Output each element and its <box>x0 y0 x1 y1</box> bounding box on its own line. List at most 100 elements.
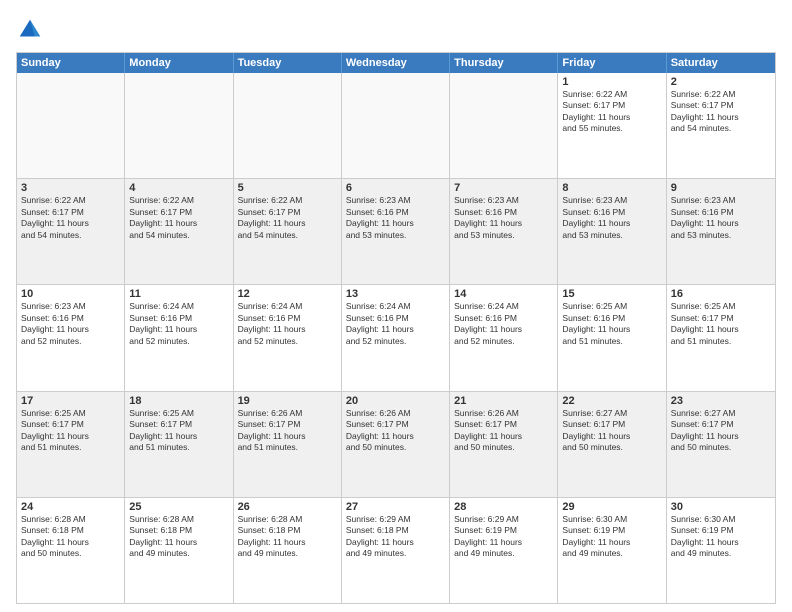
cell-info: Sunrise: 6:22 AM Sunset: 6:17 PM Dayligh… <box>129 195 228 241</box>
calendar-cell: 20Sunrise: 6:26 AM Sunset: 6:17 PM Dayli… <box>342 392 450 497</box>
cell-info: Sunrise: 6:27 AM Sunset: 6:17 PM Dayligh… <box>562 408 661 454</box>
cell-info: Sunrise: 6:30 AM Sunset: 6:19 PM Dayligh… <box>562 514 661 560</box>
calendar-cell: 15Sunrise: 6:25 AM Sunset: 6:16 PM Dayli… <box>558 285 666 390</box>
calendar-cell: 29Sunrise: 6:30 AM Sunset: 6:19 PM Dayli… <box>558 498 666 603</box>
calendar-cell: 6Sunrise: 6:23 AM Sunset: 6:16 PM Daylig… <box>342 179 450 284</box>
cell-info: Sunrise: 6:26 AM Sunset: 6:17 PM Dayligh… <box>454 408 553 454</box>
cell-info: Sunrise: 6:24 AM Sunset: 6:16 PM Dayligh… <box>454 301 553 347</box>
day-number: 25 <box>129 501 228 513</box>
calendar-cell: 11Sunrise: 6:24 AM Sunset: 6:16 PM Dayli… <box>125 285 233 390</box>
calendar-cell: 24Sunrise: 6:28 AM Sunset: 6:18 PM Dayli… <box>17 498 125 603</box>
calendar-cell: 12Sunrise: 6:24 AM Sunset: 6:16 PM Dayli… <box>234 285 342 390</box>
day-number: 20 <box>346 395 445 407</box>
header <box>16 16 776 44</box>
calendar-row-2: 10Sunrise: 6:23 AM Sunset: 6:16 PM Dayli… <box>17 284 775 390</box>
cell-info: Sunrise: 6:22 AM Sunset: 6:17 PM Dayligh… <box>21 195 120 241</box>
cell-info: Sunrise: 6:24 AM Sunset: 6:16 PM Dayligh… <box>129 301 228 347</box>
cell-info: Sunrise: 6:23 AM Sunset: 6:16 PM Dayligh… <box>454 195 553 241</box>
day-number: 1 <box>562 76 661 88</box>
calendar-cell: 28Sunrise: 6:29 AM Sunset: 6:19 PM Dayli… <box>450 498 558 603</box>
calendar-cell: 7Sunrise: 6:23 AM Sunset: 6:16 PM Daylig… <box>450 179 558 284</box>
day-number: 26 <box>238 501 337 513</box>
cell-info: Sunrise: 6:29 AM Sunset: 6:19 PM Dayligh… <box>454 514 553 560</box>
header-day-monday: Monday <box>125 53 233 73</box>
page: SundayMondayTuesdayWednesdayThursdayFrid… <box>0 0 792 612</box>
calendar-cell: 21Sunrise: 6:26 AM Sunset: 6:17 PM Dayli… <box>450 392 558 497</box>
day-number: 2 <box>671 76 771 88</box>
cell-info: Sunrise: 6:25 AM Sunset: 6:16 PM Dayligh… <box>562 301 661 347</box>
day-number: 19 <box>238 395 337 407</box>
logo-icon <box>16 16 44 44</box>
day-number: 5 <box>238 182 337 194</box>
calendar-cell: 26Sunrise: 6:28 AM Sunset: 6:18 PM Dayli… <box>234 498 342 603</box>
day-number: 9 <box>671 182 771 194</box>
calendar-cell <box>342 73 450 178</box>
day-number: 14 <box>454 288 553 300</box>
calendar-cell: 19Sunrise: 6:26 AM Sunset: 6:17 PM Dayli… <box>234 392 342 497</box>
calendar-cell: 27Sunrise: 6:29 AM Sunset: 6:18 PM Dayli… <box>342 498 450 603</box>
calendar-row-3: 17Sunrise: 6:25 AM Sunset: 6:17 PM Dayli… <box>17 391 775 497</box>
cell-info: Sunrise: 6:22 AM Sunset: 6:17 PM Dayligh… <box>238 195 337 241</box>
day-number: 13 <box>346 288 445 300</box>
calendar-cell: 23Sunrise: 6:27 AM Sunset: 6:17 PM Dayli… <box>667 392 775 497</box>
day-number: 29 <box>562 501 661 513</box>
calendar: SundayMondayTuesdayWednesdayThursdayFrid… <box>16 52 776 604</box>
cell-info: Sunrise: 6:23 AM Sunset: 6:16 PM Dayligh… <box>562 195 661 241</box>
cell-info: Sunrise: 6:26 AM Sunset: 6:17 PM Dayligh… <box>238 408 337 454</box>
cell-info: Sunrise: 6:28 AM Sunset: 6:18 PM Dayligh… <box>238 514 337 560</box>
calendar-cell: 1Sunrise: 6:22 AM Sunset: 6:17 PM Daylig… <box>558 73 666 178</box>
calendar-cell: 10Sunrise: 6:23 AM Sunset: 6:16 PM Dayli… <box>17 285 125 390</box>
cell-info: Sunrise: 6:25 AM Sunset: 6:17 PM Dayligh… <box>671 301 771 347</box>
calendar-cell <box>125 73 233 178</box>
cell-info: Sunrise: 6:25 AM Sunset: 6:17 PM Dayligh… <box>21 408 120 454</box>
cell-info: Sunrise: 6:28 AM Sunset: 6:18 PM Dayligh… <box>129 514 228 560</box>
cell-info: Sunrise: 6:24 AM Sunset: 6:16 PM Dayligh… <box>346 301 445 347</box>
cell-info: Sunrise: 6:29 AM Sunset: 6:18 PM Dayligh… <box>346 514 445 560</box>
cell-info: Sunrise: 6:22 AM Sunset: 6:17 PM Dayligh… <box>562 89 661 135</box>
logo <box>16 16 48 44</box>
calendar-cell: 3Sunrise: 6:22 AM Sunset: 6:17 PM Daylig… <box>17 179 125 284</box>
day-number: 3 <box>21 182 120 194</box>
day-number: 17 <box>21 395 120 407</box>
header-day-sunday: Sunday <box>17 53 125 73</box>
calendar-cell: 4Sunrise: 6:22 AM Sunset: 6:17 PM Daylig… <box>125 179 233 284</box>
day-number: 24 <box>21 501 120 513</box>
calendar-cell: 17Sunrise: 6:25 AM Sunset: 6:17 PM Dayli… <box>17 392 125 497</box>
calendar-cell: 18Sunrise: 6:25 AM Sunset: 6:17 PM Dayli… <box>125 392 233 497</box>
cell-info: Sunrise: 6:23 AM Sunset: 6:16 PM Dayligh… <box>346 195 445 241</box>
day-number: 30 <box>671 501 771 513</box>
day-number: 22 <box>562 395 661 407</box>
calendar-row-4: 24 Sunrise: 6:28 AM Sunset: 6:18 PM Dayli… <box>17 497 775 603</box>
calendar-cell: 9Sunrise: 6:23 AM Sunset: 6:16 PM Daylig… <box>667 179 775 284</box>
header-day-tuesday: Tuesday <box>234 53 342 73</box>
calendar-cell: 30Sunrise: 6:30 AM Sunset: 6:19 PM Dayli… <box>667 498 775 603</box>
header-day-saturday: Saturday <box>667 53 775 73</box>
day-number: 11 <box>129 288 228 300</box>
calendar-cell: 22Sunrise: 6:27 AM Sunset: 6:17 PM Dayli… <box>558 392 666 497</box>
cell-info: Sunrise: 6:30 AM Sunset: 6:19 PM Dayligh… <box>671 514 771 560</box>
calendar-cell <box>450 73 558 178</box>
day-number: 27 <box>346 501 445 513</box>
calendar-row-0: 1Sunrise: 6:22 AM Sunset: 6:17 PM Daylig… <box>17 73 775 178</box>
calendar-cell: 5Sunrise: 6:22 AM Sunset: 6:17 PM Daylig… <box>234 179 342 284</box>
calendar-header: SundayMondayTuesdayWednesdayThursdayFrid… <box>17 53 775 73</box>
calendar-body: 1Sunrise: 6:22 AM Sunset: 6:17 PM Daylig… <box>17 73 775 603</box>
day-number: 8 <box>562 182 661 194</box>
day-number: 28 <box>454 501 553 513</box>
calendar-cell <box>234 73 342 178</box>
day-number: 21 <box>454 395 553 407</box>
day-number: 12 <box>238 288 337 300</box>
calendar-cell: 16Sunrise: 6:25 AM Sunset: 6:17 PM Dayli… <box>667 285 775 390</box>
day-number: 6 <box>346 182 445 194</box>
cell-info: Sunrise: 6:25 AM Sunset: 6:17 PM Dayligh… <box>129 408 228 454</box>
day-number: 4 <box>129 182 228 194</box>
calendar-cell: 2Sunrise: 6:22 AM Sunset: 6:17 PM Daylig… <box>667 73 775 178</box>
day-number: 23 <box>671 395 771 407</box>
calendar-cell: 14Sunrise: 6:24 AM Sunset: 6:16 PM Dayli… <box>450 285 558 390</box>
calendar-cell: 8Sunrise: 6:23 AM Sunset: 6:16 PM Daylig… <box>558 179 666 284</box>
header-day-friday: Friday <box>558 53 666 73</box>
calendar-cell: 13Sunrise: 6:24 AM Sunset: 6:16 PM Dayli… <box>342 285 450 390</box>
calendar-cell <box>17 73 125 178</box>
header-day-thursday: Thursday <box>450 53 558 73</box>
day-number: 10 <box>21 288 120 300</box>
